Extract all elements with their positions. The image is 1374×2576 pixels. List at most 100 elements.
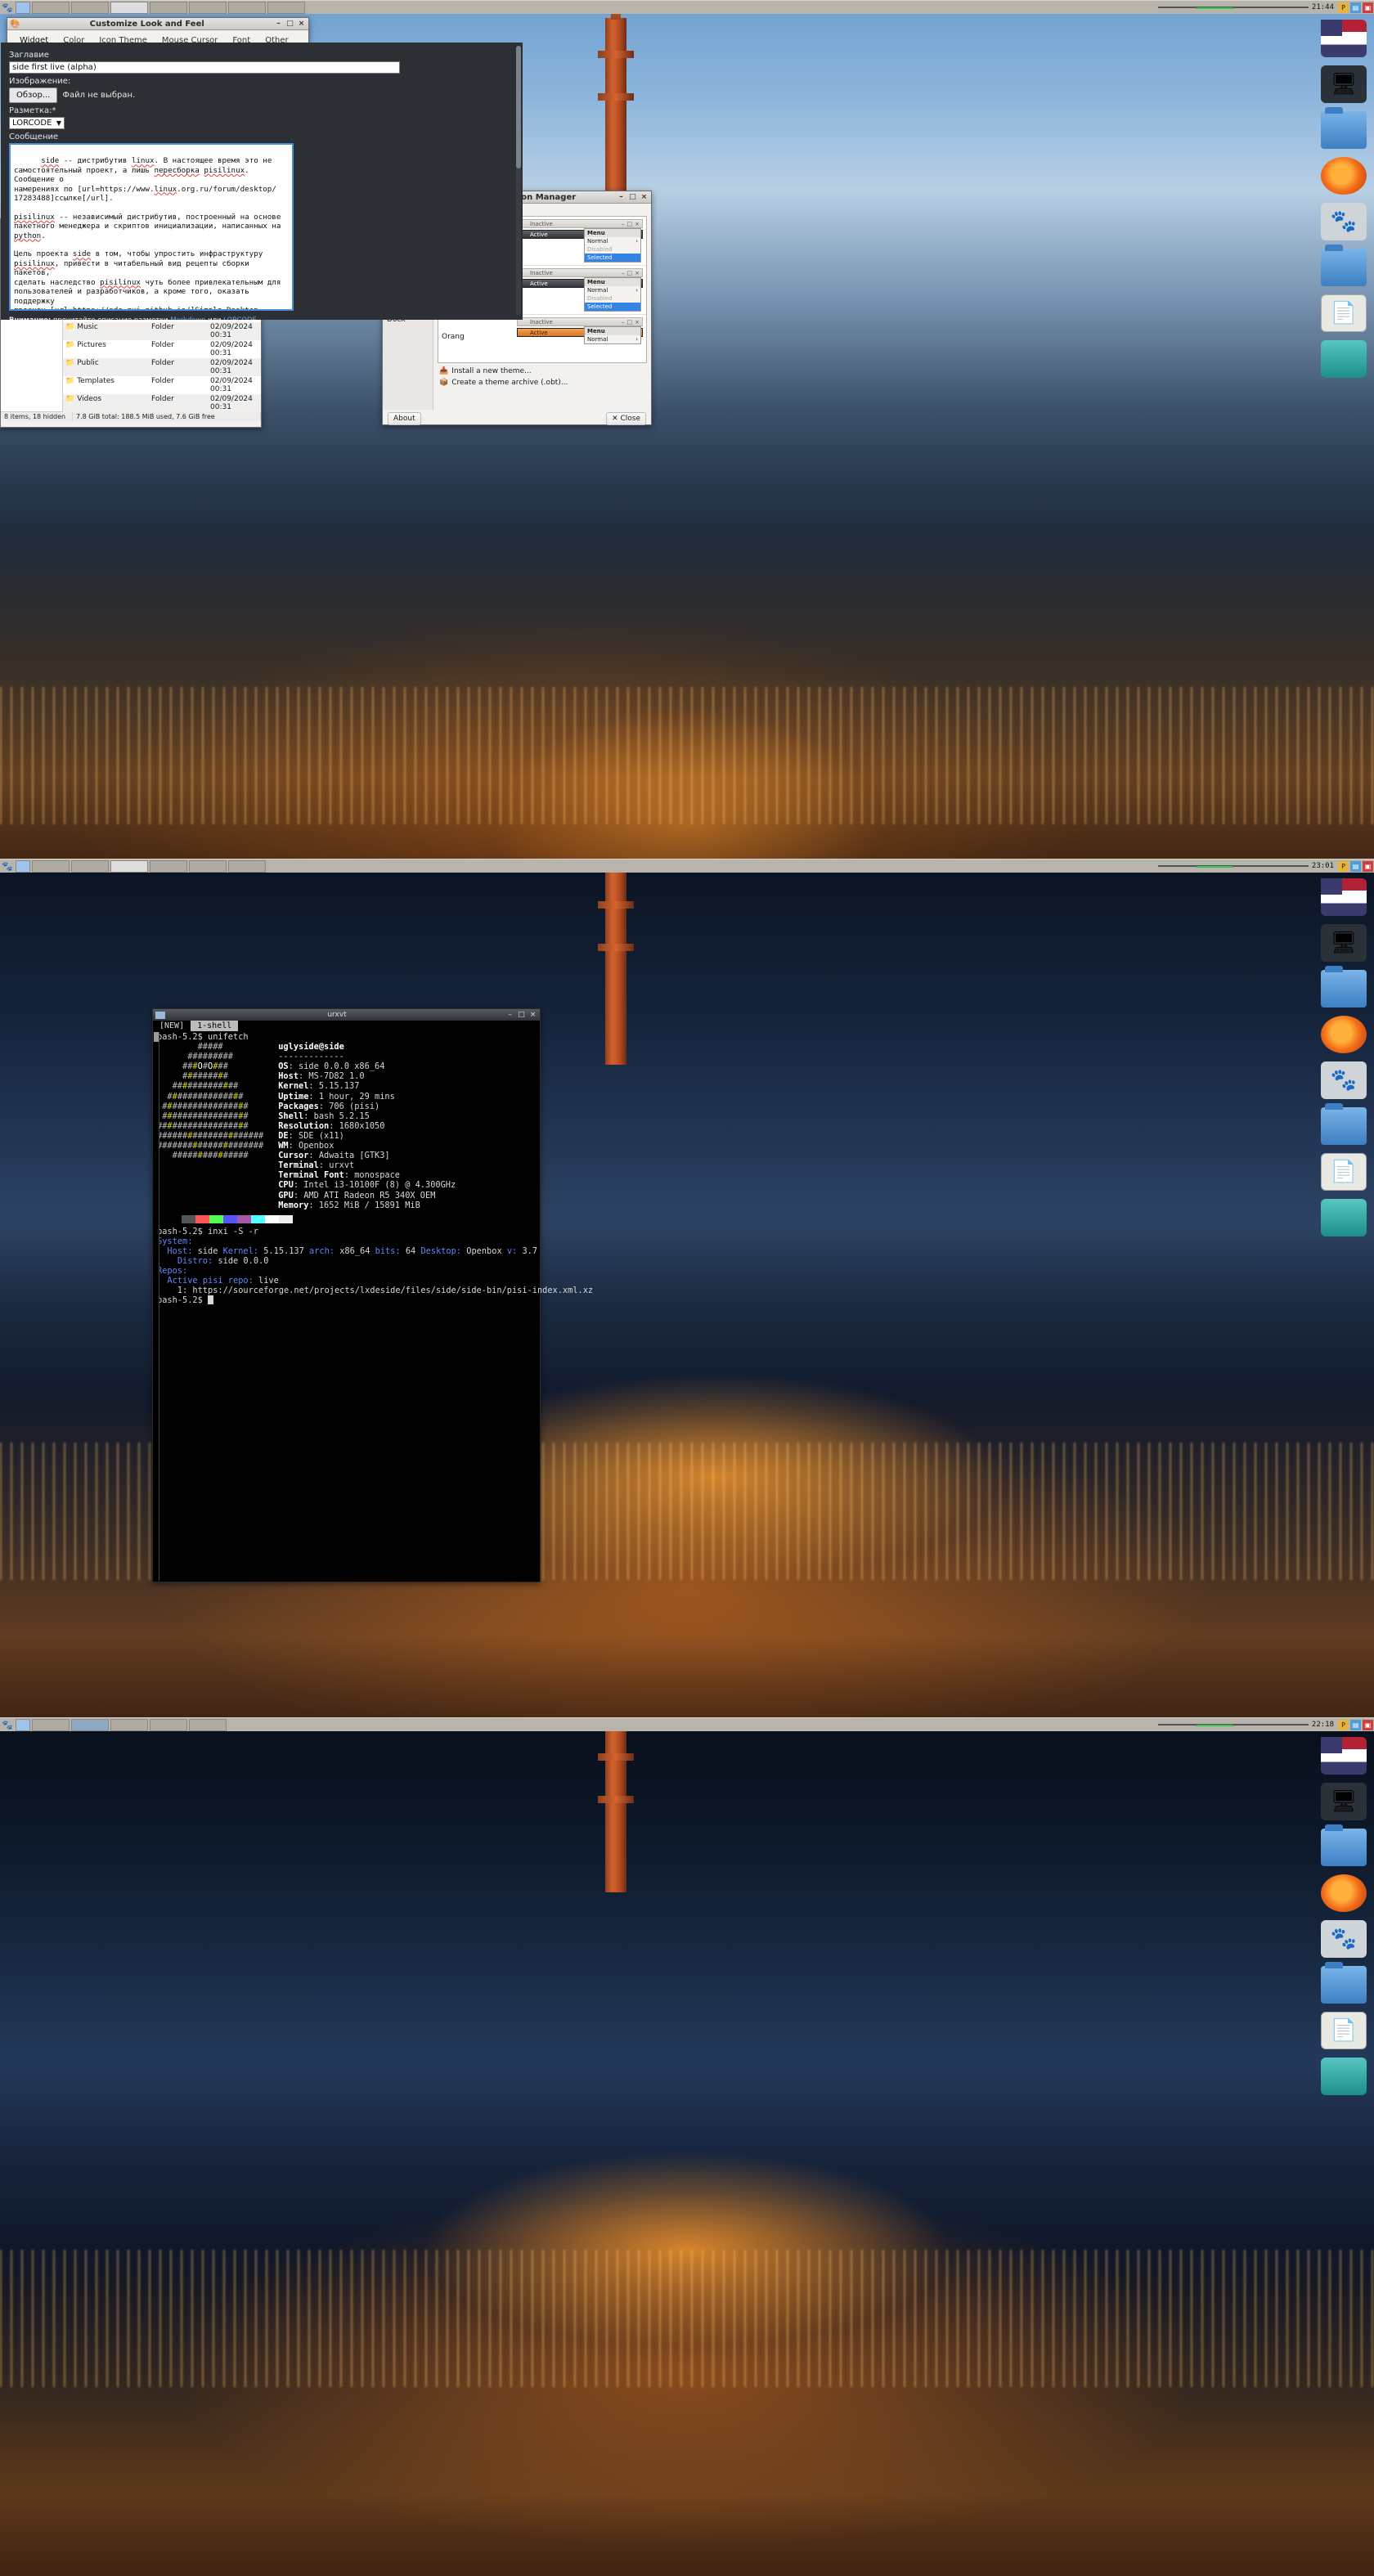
pager-desktop-4[interactable] — [1270, 7, 1309, 8]
firefox-icon[interactable] — [1321, 1016, 1367, 1053]
menu-item[interactable]: Normal › — [585, 237, 640, 245]
taskbar-task[interactable] — [71, 1718, 109, 1731]
menu-item[interactable]: Selected — [585, 254, 640, 262]
maximize-button[interactable]: □ — [628, 193, 637, 201]
us-flag-icon[interactable] — [1321, 1737, 1367, 1775]
dark-square-icon[interactable]: 🖥 — [1321, 924, 1367, 962]
gnome-foot-icon[interactable]: 🐾 — [1321, 203, 1367, 240]
menu-item[interactable]: Disabled — [585, 294, 640, 303]
taskbar-task[interactable] — [228, 859, 266, 873]
create-archive-action[interactable]: 📦 Create a theme archive (.obt)... — [439, 377, 645, 388]
taskbar-1[interactable]: 🐾 21:44 P ▤ ▣ — [0, 0, 1374, 14]
document-icon[interactable]: 📄 — [1321, 294, 1367, 332]
gnome-foot-icon[interactable]: 🐾 — [1321, 1061, 1367, 1099]
titlebar[interactable]: 🎨 Customize Look and Feel – □ × — [7, 18, 308, 30]
pager-desktop-1[interactable] — [1157, 7, 1196, 8]
gnome-foot-icon[interactable]: 🐾 — [0, 861, 15, 872]
markup-select[interactable]: LORCODE ▼ — [9, 117, 65, 129]
window-firefox[interactable]: 🗄 🐧Добавить сообщени✕🐧Новый дистрибутив✕… — [0, 0, 523, 320]
tab-1-shell[interactable]: 1-shell — [191, 1021, 239, 1031]
taskbar-task[interactable] — [189, 1718, 227, 1731]
taskbar-task[interactable] — [189, 859, 227, 873]
minimize-button[interactable]: – — [617, 193, 626, 201]
pager-desktop-3[interactable] — [1233, 1724, 1271, 1726]
theme-row[interactable]: OrangInactive–□×Active–□×MenuNormal› — [438, 315, 646, 362]
document-icon[interactable]: 📄 — [1321, 1153, 1367, 1191]
taskbar-3[interactable]: 🐾 22:18 P ▤ ▣ — [0, 1717, 1374, 1731]
desktop-icon-dock-2[interactable]: 🖥 🐾 📄 — [1313, 870, 1374, 1236]
taskbar-task[interactable] — [110, 1718, 148, 1731]
lorcode-link[interactable]: LORCODE — [223, 316, 257, 320]
terminal-icon[interactable] — [1321, 2058, 1367, 2095]
markdown-link[interactable]: Markdown — [170, 316, 205, 320]
pager-desktop-3[interactable] — [1233, 865, 1271, 867]
folder-icon[interactable] — [1321, 1824, 1367, 1866]
gnome-foot-icon[interactable]: 🐾 — [0, 1720, 15, 1730]
pager-desktop-3[interactable] — [1233, 7, 1271, 8]
close-button[interactable]: × — [297, 20, 306, 28]
taskbar-task[interactable] — [32, 1, 70, 14]
table-row[interactable]: 📁 Pictures Folder 02/09/2024 00:31 — [63, 340, 261, 358]
taskbar-task[interactable] — [189, 1, 227, 14]
minimize-button[interactable]: – — [505, 1011, 514, 1019]
firefox-icon[interactable] — [1321, 1874, 1367, 1912]
menu-item[interactable]: Disabled — [585, 245, 640, 254]
message-textarea[interactable]: side -- дистрибутив linux. В настоящее в… — [9, 143, 294, 311]
folder-icon[interactable] — [1321, 245, 1367, 286]
menu-item[interactable]: Selected — [585, 303, 640, 311]
menu-item[interactable]: Normal › — [585, 286, 640, 294]
taskbar-task[interactable] — [71, 859, 109, 873]
document-icon[interactable]: 📄 — [1321, 2012, 1367, 2049]
close-button[interactable]: × — [640, 193, 649, 201]
pager-desktop-2[interactable] — [1195, 864, 1233, 868]
firefox-icon[interactable] — [1321, 157, 1367, 195]
taskbar-task[interactable] — [228, 1, 266, 14]
taskbar-task[interactable] — [110, 859, 148, 873]
folder-icon[interactable] — [1321, 1962, 1367, 2004]
about-button[interactable]: About — [388, 412, 421, 425]
maximize-button[interactable]: □ — [517, 1011, 526, 1019]
terminal-tab-bar[interactable]: [NEW] 1-shell — [153, 1021, 540, 1031]
desktop-icon-dock-1[interactable]: 🖥 🐾 📄 — [1313, 11, 1374, 378]
taskbar-task[interactable] — [32, 859, 70, 873]
us-flag-icon[interactable] — [1321, 20, 1367, 57]
taskbar-home-button[interactable] — [16, 1, 30, 14]
taskbar-task[interactable] — [150, 1, 187, 14]
titlebar[interactable]: urxvt – □ × — [153, 1009, 540, 1021]
gnome-foot-icon[interactable]: 🐾 — [1321, 1920, 1367, 1958]
gnome-foot-icon[interactable]: 🐾 — [0, 2, 15, 13]
page-scrollbar[interactable] — [516, 46, 521, 316]
minimize-button[interactable]: – — [274, 20, 283, 28]
title-input[interactable]: side first live (alpha) — [9, 61, 400, 74]
page-content[interactable]: Заглавие side first live (alpha) Изображ… — [1, 43, 523, 320]
pager-desktop-2[interactable] — [1195, 1723, 1233, 1726]
us-flag-icon[interactable] — [1321, 878, 1367, 916]
taskbar-task[interactable] — [32, 1718, 70, 1731]
terminal-output[interactable]: bash-5.2$ unifetch ##### ######### ###O#… — [153, 1031, 593, 1305]
table-row[interactable]: 📁 Public Folder 02/09/2024 00:31 — [63, 358, 261, 376]
terminal-scrollbar[interactable] — [154, 1032, 159, 1581]
taskbar-task[interactable] — [71, 1, 109, 14]
table-row[interactable]: 📁 Music Folder 02/09/2024 00:31 — [63, 322, 261, 340]
taskbar-task[interactable] — [110, 1, 148, 14]
folder-icon[interactable] — [1321, 107, 1367, 149]
window-urxvt-terminal[interactable]: urxvt – □ × [NEW] 1-shell bash-5.2$ unifet… — [152, 1008, 593, 1582]
close-button[interactable]: × — [528, 1011, 537, 1019]
maximize-button[interactable]: □ — [285, 20, 294, 28]
dark-square-icon[interactable]: 🖥 — [1321, 1783, 1367, 1820]
desktop-icon-dock-3[interactable]: 🖥 🐾 📄 — [1313, 1729, 1374, 2095]
install-theme-action[interactable]: 📥 Install a new theme... — [439, 366, 645, 377]
browse-button[interactable]: Обзор... — [9, 88, 58, 103]
pager-desktop-4[interactable] — [1270, 1724, 1309, 1726]
taskbar-task[interactable] — [150, 1718, 187, 1731]
pager-desktop-1[interactable] — [1157, 1724, 1196, 1726]
folder-icon[interactable] — [1321, 966, 1367, 1008]
pager-desktop-1[interactable] — [1157, 865, 1196, 867]
table-row[interactable]: 📁 Templates Folder 02/09/2024 00:31 — [63, 376, 261, 394]
terminal-icon[interactable] — [1321, 340, 1367, 378]
close-button[interactable]: ✕ Close — [606, 412, 646, 425]
dark-square-icon[interactable]: 🖥 — [1321, 65, 1367, 103]
terminal-icon[interactable] — [1321, 1199, 1367, 1236]
table-row[interactable]: 📁 Videos Folder 02/09/2024 00:31 — [63, 394, 261, 412]
taskbar-2[interactable]: 🐾 23:01 P ▤ ▣ — [0, 859, 1374, 873]
